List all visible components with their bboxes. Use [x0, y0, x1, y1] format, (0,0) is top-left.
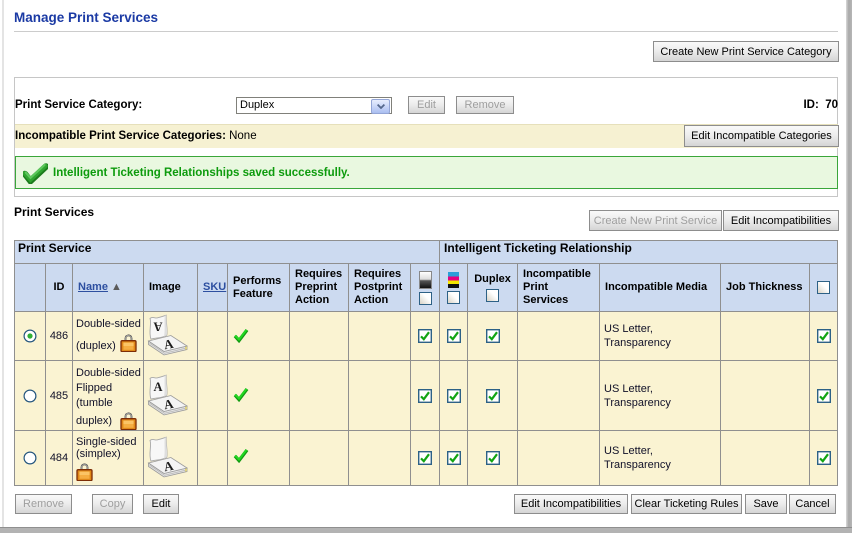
svg-text:A: A	[153, 380, 162, 394]
svg-text:A: A	[153, 319, 162, 333]
